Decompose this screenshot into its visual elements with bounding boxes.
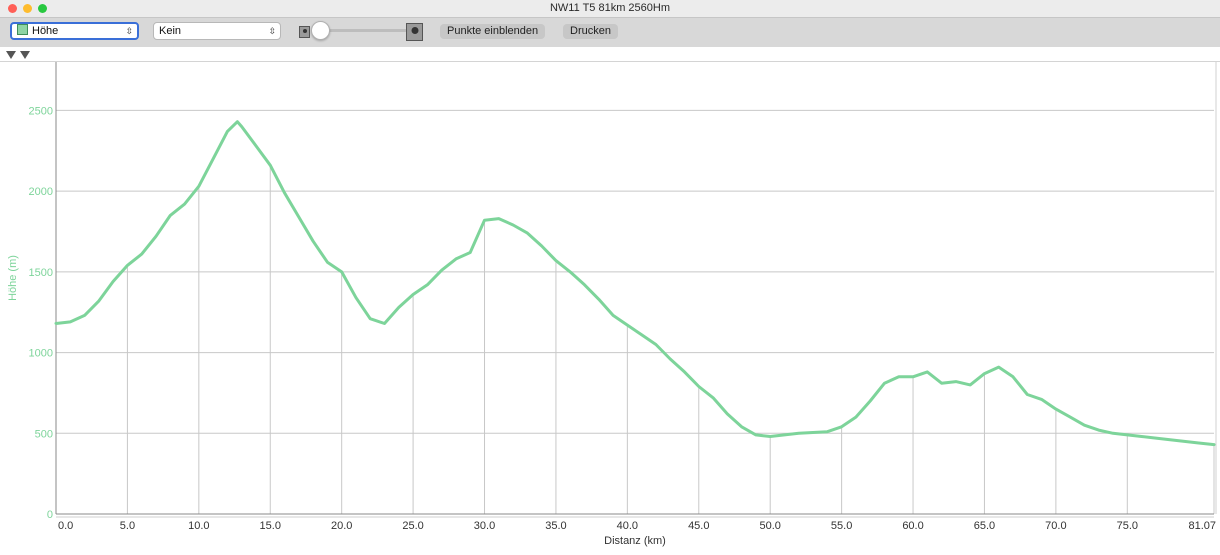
size-slider-knob[interactable] [311, 21, 330, 40]
x-tick-label: 5.0 [120, 520, 135, 532]
x-tick-label: 0.0 [58, 520, 73, 532]
y-tick-label: 500 [35, 428, 53, 440]
y-axis-label: Höhe (m) [7, 255, 19, 301]
y-tick-label: 0 [47, 509, 53, 521]
elevation-series-line [54, 120, 1216, 447]
chart-series [54, 120, 1216, 447]
x-tick-label: 40.0 [617, 520, 638, 532]
x-tick-label: 15.0 [260, 520, 281, 532]
marker-triangle-icon[interactable] [20, 51, 30, 59]
x-tick-label: 10.0 [188, 520, 209, 532]
x-tick-label: 55.0 [831, 520, 852, 532]
series-color-swatch [17, 24, 28, 35]
secondary-select-value: Kein [159, 25, 182, 37]
secondary-data-select[interactable]: Kein ⇳ [153, 22, 281, 40]
primary-data-select[interactable]: Höhe ⇳ [10, 22, 139, 40]
y-tick-label: 2000 [29, 186, 53, 198]
y-tick-label: 1000 [29, 348, 53, 360]
y-tick-label: 2500 [29, 105, 53, 117]
x-tick-label: 70.0 [1045, 520, 1066, 532]
chevron-updown-icon: ⇳ [268, 26, 276, 36]
x-tick-label: 60.0 [902, 520, 923, 532]
x-tick-label: 81.07 [1188, 520, 1216, 532]
title-bar: NW11 T5 81km 2560Hm [0, 0, 1220, 17]
x-axis-label: Distanz (km) [604, 535, 666, 547]
x-tick-label: 65.0 [974, 520, 995, 532]
elevation-chart[interactable]: 0 500 1000 1500 2000 2500 0.0 5.0 10.0 15.0 20.0 25… [0, 62, 1220, 555]
window-title: NW11 T5 81km 2560Hm [549, 2, 671, 14]
x-tick-label: 45.0 [688, 520, 709, 532]
y-tick-label: 1500 [29, 267, 53, 279]
marker-bar [0, 47, 1220, 62]
x-tick-label: 35.0 [545, 520, 566, 532]
x-tick-label: 25.0 [402, 520, 423, 532]
show-points-button[interactable]: Punkte einblenden [440, 24, 546, 39]
chevron-updown-icon: ⇳ [125, 26, 133, 36]
marker-triangle-icon[interactable] [6, 51, 16, 59]
x-tick-label: 20.0 [331, 520, 352, 532]
person-large-icon [406, 23, 423, 41]
x-tick-label: 30.0 [474, 520, 495, 532]
chart-grid [56, 109, 1215, 514]
toolbar: Höhe ⇳ Kein ⇳ Punkte einblenden Drucken [0, 17, 1220, 48]
x-tick-label: 75.0 [1117, 520, 1138, 532]
primary-select-value: Höhe [32, 25, 59, 37]
print-button[interactable]: Drucken [563, 24, 618, 39]
person-small-icon [299, 26, 310, 38]
x-tick-label: 50.0 [759, 520, 780, 532]
